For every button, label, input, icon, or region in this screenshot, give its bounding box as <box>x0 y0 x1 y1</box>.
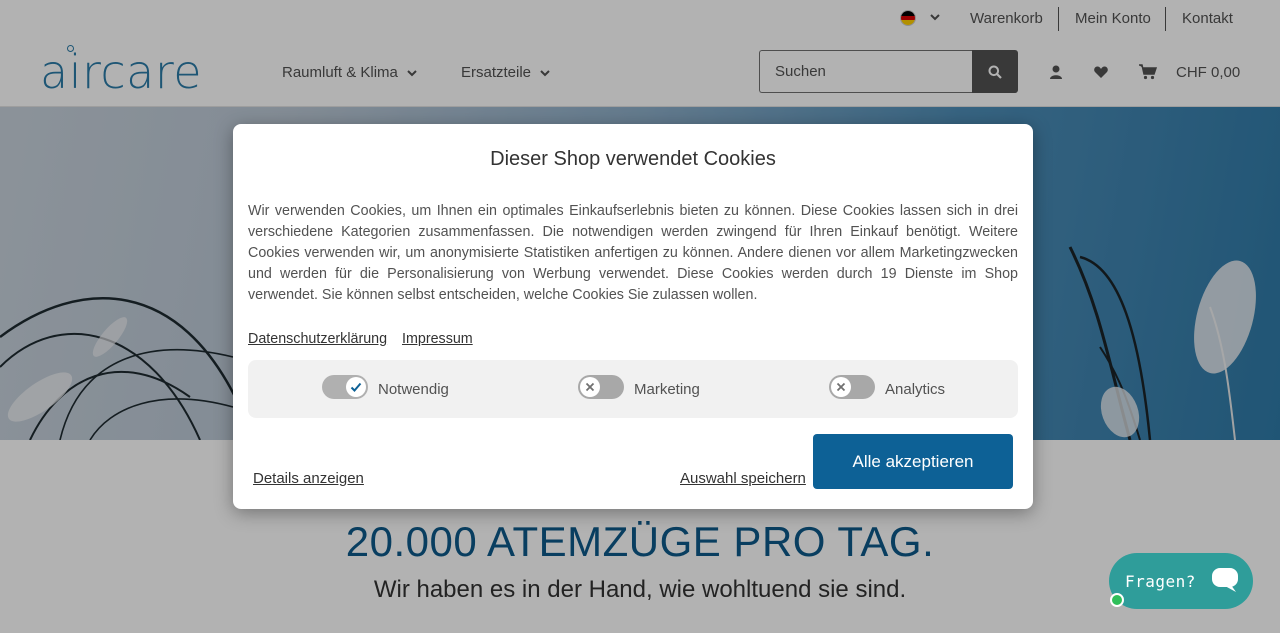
knob <box>580 377 600 397</box>
knob <box>831 377 851 397</box>
privacy-policy-link[interactable]: Datenschutzerklärung <box>248 331 387 347</box>
online-status-dot <box>1110 593 1124 607</box>
chat-bubble-icon <box>1212 568 1238 592</box>
toggle-label-marketing: Marketing <box>634 381 700 398</box>
toggle-notwendig[interactable] <box>322 375 368 399</box>
cookie-consent-dialog: Dieser Shop verwendet Cookies Wir verwen… <box>233 124 1033 509</box>
chat-widget-button[interactable]: Fragen? <box>1109 553 1253 609</box>
close-icon <box>836 382 846 392</box>
show-details-link[interactable]: Details anzeigen <box>253 470 364 487</box>
knob <box>346 377 366 397</box>
save-selection-link[interactable]: Auswahl speichern <box>680 470 806 487</box>
cookie-category-toggles: Notwendig Marketing Analytics <box>248 360 1018 418</box>
toggle-label-notwendig: Notwendig <box>378 381 449 398</box>
dialog-text: Wir verwenden Cookies, um Ihnen ein opti… <box>248 203 1018 303</box>
check-icon <box>350 382 362 392</box>
toggle-analytics[interactable] <box>829 375 875 399</box>
close-icon <box>585 382 595 392</box>
imprint-link[interactable]: Impressum <box>402 331 473 347</box>
toggle-marketing[interactable] <box>578 375 624 399</box>
dialog-title: Dieser Shop verwendet Cookies <box>490 148 776 170</box>
accept-all-button[interactable]: Alle akzeptieren <box>813 434 1013 489</box>
chat-label: Fragen? <box>1125 571 1196 591</box>
toggle-label-analytics: Analytics <box>885 381 946 398</box>
